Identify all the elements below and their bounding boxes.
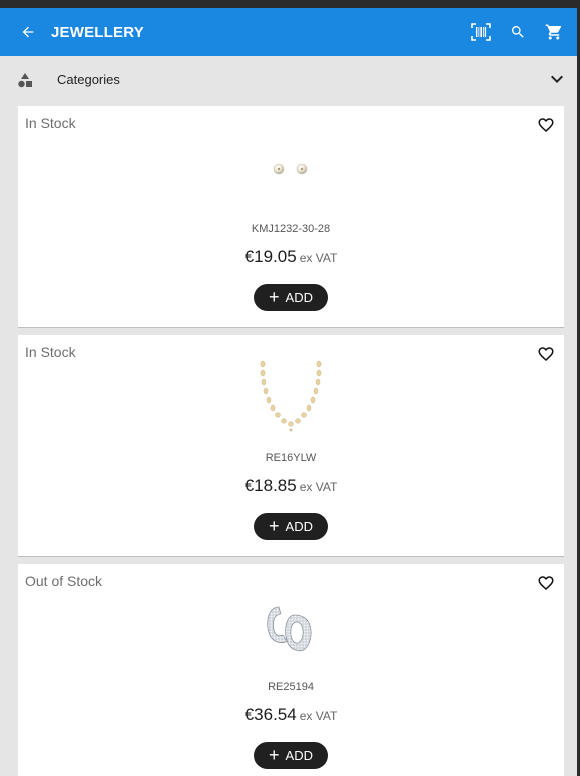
stock-status: In Stock bbox=[25, 344, 76, 360]
heart-outline-icon[interactable] bbox=[537, 345, 555, 363]
add-to-cart-button[interactable]: + ADD bbox=[254, 284, 328, 311]
back-button[interactable] bbox=[5, 8, 51, 56]
add-button-label: ADD bbox=[285, 748, 313, 763]
arrow-left-icon bbox=[22, 26, 34, 38]
categories-label: Categories bbox=[57, 71, 120, 87]
gold-necklace-image bbox=[260, 360, 322, 432]
chevron-down-icon bbox=[537, 75, 577, 83]
plus-icon: + bbox=[269, 286, 280, 307]
vat-label: ex VAT bbox=[299, 709, 338, 723]
category-shapes-icon bbox=[0, 72, 50, 88]
product-sku: KMJ1232-30-28 bbox=[251, 223, 331, 235]
plus-icon: + bbox=[269, 744, 280, 765]
product-sku: RE16YLW bbox=[265, 452, 317, 464]
search-button[interactable] bbox=[500, 8, 536, 56]
product-image[interactable] bbox=[241, 126, 341, 212]
product-image[interactable] bbox=[241, 584, 341, 670]
app-bar: JEWELLERY bbox=[0, 8, 577, 56]
window-top-border bbox=[0, 0, 580, 8]
add-to-cart-button[interactable]: + ADD bbox=[254, 513, 328, 540]
add-button-label: ADD bbox=[285, 290, 313, 305]
shopping-cart-icon bbox=[545, 24, 562, 40]
add-button-label: ADD bbox=[285, 519, 313, 534]
price-row: €19.05 ex VAT bbox=[18, 247, 564, 267]
cart-button[interactable] bbox=[536, 8, 572, 56]
heart-outline-icon[interactable] bbox=[537, 574, 555, 592]
product-card[interactable]: Out of Stock RE25194 €36.54 ex VAT + ADD bbox=[18, 564, 564, 776]
silver-hoop-earrings-image bbox=[267, 606, 312, 652]
add-to-cart-button[interactable]: + ADD bbox=[254, 742, 328, 769]
stock-status: In Stock bbox=[25, 115, 76, 131]
product-image[interactable] bbox=[241, 355, 341, 441]
product-price: €36.54 bbox=[244, 705, 297, 724]
vat-label: ex VAT bbox=[299, 480, 338, 494]
product-price: €18.85 bbox=[244, 476, 297, 495]
barcode-scan-icon bbox=[471, 23, 491, 41]
product-card[interactable]: In Stock RE16YLW €18.85 ex VAT + ADD bbox=[18, 335, 564, 557]
categories-dropdown[interactable]: Categories bbox=[0, 56, 577, 102]
product-card[interactable]: In Stock KMJ1232-30-28 €19.05 ex VAT + AD… bbox=[18, 106, 564, 328]
barcode-scan-button[interactable] bbox=[463, 8, 499, 56]
product-price: €19.05 bbox=[244, 247, 297, 266]
heart-outline-icon[interactable] bbox=[537, 116, 555, 134]
vat-label: ex VAT bbox=[299, 251, 338, 265]
price-row: €36.54 ex VAT bbox=[18, 705, 564, 725]
page-title: JEWELLERY bbox=[51, 23, 144, 41]
plus-icon: + bbox=[269, 515, 280, 536]
search-icon bbox=[511, 26, 524, 38]
price-row: €18.85 ex VAT bbox=[18, 476, 564, 496]
stock-status: Out of Stock bbox=[25, 573, 103, 589]
pearl-earrings-image bbox=[273, 163, 308, 175]
product-sku: RE25194 bbox=[268, 681, 314, 693]
